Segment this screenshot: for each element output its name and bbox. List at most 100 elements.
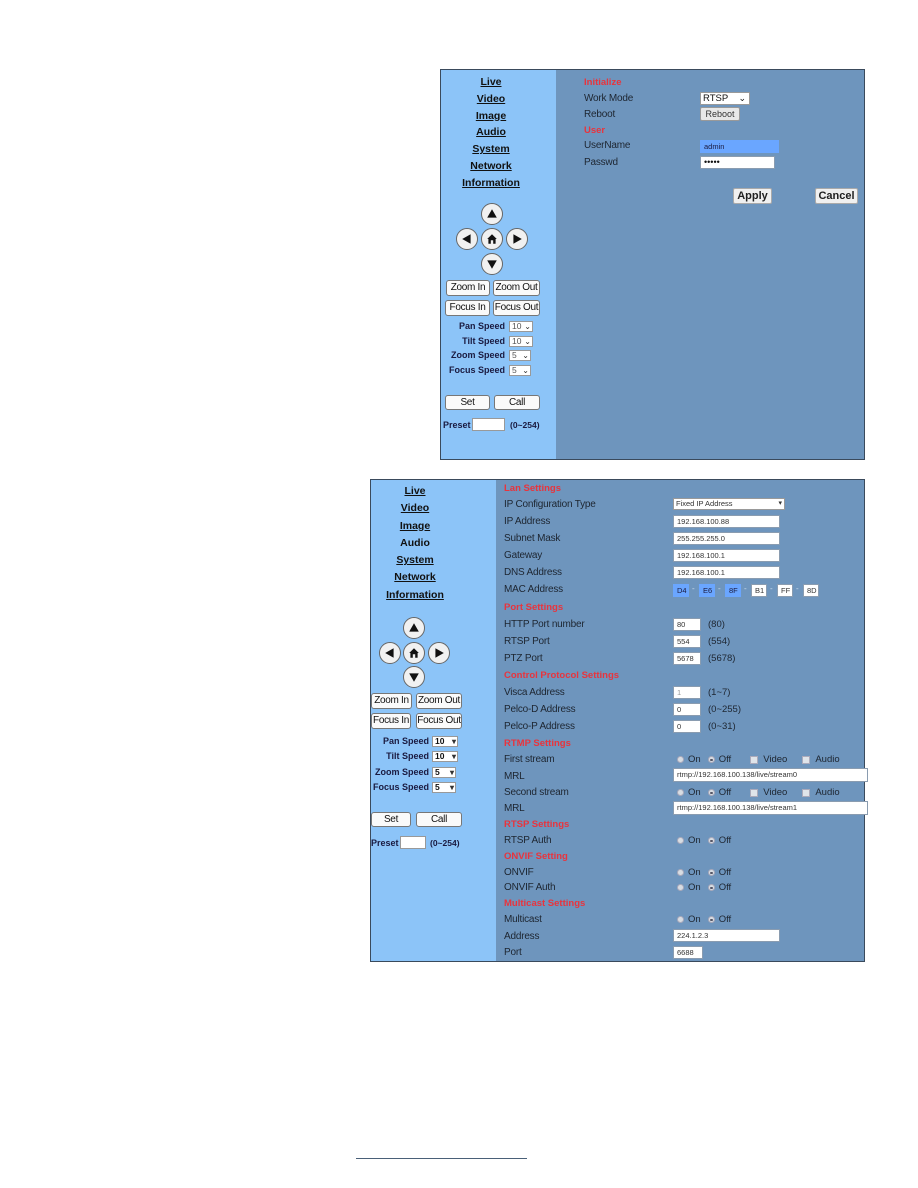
onvif-off-radio[interactable] [707, 869, 715, 876]
mac-octet-1[interactable]: D4 [673, 584, 689, 597]
chevron-down-icon: ▾ [451, 752, 456, 761]
zoom-out-button[interactable]: Zoom Out [416, 693, 462, 709]
right-arrow-button[interactable] [506, 228, 528, 250]
home-button[interactable] [403, 642, 425, 664]
off-label: Off [718, 914, 732, 925]
chevron-down-icon: ▾ [449, 768, 454, 777]
rtsp-port-input[interactable]: 554 [673, 635, 701, 648]
onvif-auth-on-radio[interactable] [677, 884, 684, 891]
mac-octet-3[interactable]: 8F [725, 584, 741, 597]
second-stream-off-radio[interactable] [707, 789, 715, 796]
mac-separator: - [796, 584, 799, 593]
zoom-out-button[interactable]: Zoom Out [493, 280, 540, 296]
focus-out-button[interactable]: Focus Out [493, 300, 540, 316]
chevron-down-icon: ▾ [449, 783, 454, 792]
tilt-speed-select[interactable]: 10 ▾ [432, 751, 458, 762]
down-arrow-button[interactable] [481, 253, 503, 275]
home-button[interactable] [481, 228, 503, 250]
focus-in-button[interactable]: Focus In [371, 713, 411, 729]
focus-out-button[interactable]: Focus Out [416, 713, 462, 729]
ptz-port-input[interactable]: 5678 [673, 652, 701, 665]
rtsp-auth-label: RTSP Auth [504, 835, 552, 846]
mac-octet-6[interactable]: 8D [803, 584, 819, 597]
ip-address-input[interactable]: 192.168.100.88 [673, 515, 780, 528]
zoom-speed-select[interactable]: 5 ⌄ [509, 350, 531, 361]
left-arrow-icon [462, 234, 471, 244]
on-label: On [688, 787, 701, 798]
mrl2-input[interactable]: rtmp://192.168.100.138/live/stream1 [673, 801, 868, 815]
multicast-options: On Off [677, 914, 731, 925]
right-arrow-icon [435, 648, 444, 658]
multicast-port-input[interactable]: 6688 [673, 946, 703, 959]
footer-link-underline[interactable] [356, 1158, 527, 1159]
multicast-off-radio[interactable] [707, 916, 715, 923]
visca-address-input[interactable]: 1 [673, 686, 701, 699]
second-stream-video-checkbox[interactable] [750, 788, 759, 797]
visca-address-label: Visca Address [504, 687, 565, 698]
mrl1-input[interactable]: rtmp://192.168.100.138/live/stream0 [673, 768, 868, 782]
mac-octet-4[interactable]: B1 [751, 584, 767, 597]
pan-speed-select[interactable]: 10 ⌄ [509, 321, 533, 332]
http-port-input[interactable]: 80 [673, 618, 701, 631]
preset-call-button[interactable]: Call [494, 395, 540, 410]
off-label: Off [718, 882, 732, 893]
off-label: Off [718, 867, 732, 878]
mac-octet-2[interactable]: E6 [699, 584, 715, 597]
up-arrow-button[interactable] [481, 203, 503, 225]
right-arrow-button[interactable] [428, 642, 450, 664]
first-stream-video-checkbox[interactable] [750, 755, 759, 764]
gateway-input[interactable]: 192.168.100.1 [673, 549, 780, 562]
preset-call-button[interactable]: Call [416, 812, 462, 827]
first-stream-audio-checkbox[interactable] [802, 755, 811, 764]
cancel-button[interactable]: Cancel [815, 188, 858, 204]
reboot-button[interactable]: Reboot [700, 107, 740, 121]
work-mode-select[interactable]: RTSP ⌄ [700, 92, 750, 105]
zoom-speed-select[interactable]: 5 ▾ [432, 767, 456, 778]
preset-set-button[interactable]: Set [371, 812, 411, 827]
zoom-speed-value: 5 [435, 767, 440, 777]
first-stream-off-radio[interactable] [707, 756, 715, 763]
password-input[interactable]: ••••• [700, 156, 775, 169]
username-input[interactable]: admin [700, 140, 779, 153]
rtsp-auth-on-radio[interactable] [677, 837, 684, 844]
preset-label: Preset [443, 420, 471, 430]
mrl2-label: MRL [504, 803, 525, 814]
first-stream-on-radio[interactable] [677, 756, 684, 763]
control-protocol-title: Control Protocol Settings [504, 670, 620, 681]
multicast-on-radio[interactable] [677, 916, 684, 923]
focus-in-button[interactable]: Focus In [445, 300, 490, 316]
multicast-address-input[interactable]: 224.1.2.3 [673, 929, 780, 942]
right-arrow-icon [513, 234, 522, 244]
pelco-p-address-input[interactable]: 0 [673, 720, 701, 733]
preset-input[interactable] [472, 418, 505, 431]
dns-address-input[interactable]: 192.168.100.1 [673, 566, 780, 579]
zoom-in-button[interactable]: Zoom In [371, 693, 412, 709]
down-arrow-button[interactable] [403, 666, 425, 688]
pelco-d-address-input[interactable]: 0 [673, 703, 701, 716]
left-arrow-button[interactable] [379, 642, 401, 664]
zoom-in-button[interactable]: Zoom In [446, 280, 490, 296]
preset-set-button[interactable]: Set [445, 395, 490, 410]
subnet-mask-input[interactable]: 255.255.255.0 [673, 532, 780, 545]
focus-speed-select[interactable]: 5 ⌄ [509, 365, 531, 376]
second-stream-options: On Off Video Audio [677, 787, 840, 798]
second-stream-audio-checkbox[interactable] [802, 788, 811, 797]
on-label: On [688, 914, 701, 925]
chevron-down-icon: ⌄ [524, 337, 531, 346]
mac-octet-5[interactable]: FF [777, 584, 793, 597]
apply-button[interactable]: Apply [733, 188, 772, 204]
onvif-on-radio[interactable] [677, 869, 684, 876]
focus-speed-select[interactable]: 5 ▾ [432, 782, 456, 793]
rtsp-auth-off-radio[interactable] [707, 837, 715, 844]
onvif-auth-off-radio[interactable] [707, 884, 715, 891]
up-arrow-icon [487, 209, 497, 218]
pan-speed-select[interactable]: 10 ▾ [432, 736, 458, 747]
multicast-port-label: Port [504, 947, 522, 958]
tilt-speed-select[interactable]: 10 ⌄ [509, 336, 533, 347]
second-stream-on-radio[interactable] [677, 789, 684, 796]
system-content: Initialize Work Mode RTSP ⌄ Reboot Reboot… [556, 70, 864, 459]
left-arrow-button[interactable] [456, 228, 478, 250]
up-arrow-button[interactable] [403, 617, 425, 639]
preset-input[interactable] [400, 836, 426, 849]
ip-config-select[interactable]: Fixed IP Address ▾ [673, 498, 785, 510]
